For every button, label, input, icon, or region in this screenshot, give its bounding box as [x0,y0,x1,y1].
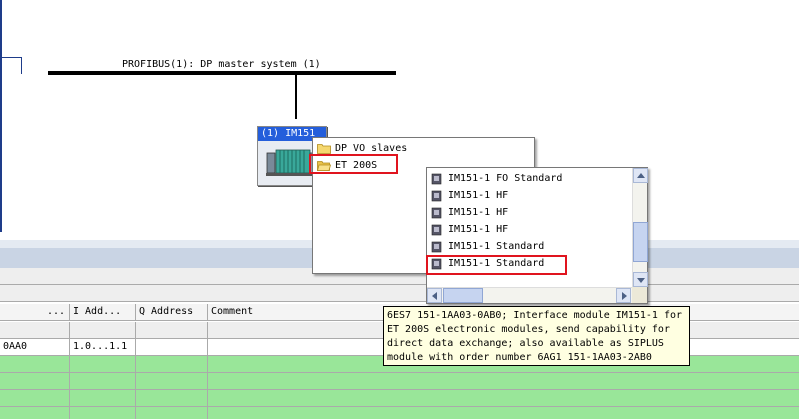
module-item-im151-1-hf[interactable]: IM151-1 HF [431,222,631,238]
module-item-label: IM151-1 HF [448,190,509,201]
scroll-thumb-horizontal[interactable] [443,288,483,303]
column-header-dots[interactable]: ... [0,304,70,320]
table-cell [0,373,70,389]
tooltip-line: direct data exchange; also available as … [387,338,664,349]
table-cell [136,356,208,372]
module-icon [431,190,442,202]
module-item-label: IM151-1 FO Standard [448,173,563,184]
table-row[interactable] [0,373,799,390]
module-item-im151-1-fo-standard[interactable]: IM151-1 FO Standard [431,171,631,187]
scroll-up-button[interactable] [633,168,648,183]
tooltip-line: ET 200S electronic modules, send capabil… [387,324,670,335]
column-header-i-address[interactable]: I Add... [70,304,136,320]
table-cell [70,322,136,338]
chevron-right-icon [622,292,627,300]
module-item-label: IM151-1 HF [448,224,509,235]
tooltip-line: module with order number 6AG1 151-1AA03-… [387,352,652,363]
folder-icon [317,144,331,154]
profibus-label: PROFIBUS(1): DP master system (1) [122,59,321,70]
module-description-tooltip: 6ES7 151-1AA03-0AB0; Interface module IM… [383,306,690,366]
table-cell [136,322,208,338]
scroll-thumb[interactable] [633,222,648,262]
table-row[interactable] [0,390,799,407]
tooltip-line: 6ES7 151-1AA03-0AB0; Interface module IM… [387,310,683,321]
chevron-up-icon [637,173,645,178]
table-row[interactable] [0,407,799,419]
scroll-down-button[interactable] [633,272,648,287]
scrollbar-corner [632,287,647,303]
chevron-down-icon [637,278,645,283]
chevron-left-icon [432,292,437,300]
column-header-q-address[interactable]: Q Address [136,304,208,320]
table-cell [70,356,136,372]
master-rail-line [0,0,2,232]
table-cell [0,390,70,406]
q-address-cell [136,339,208,355]
vertical-scrollbar[interactable] [632,168,648,287]
module-item-label: IM151-1 Standard [448,241,545,252]
table-cell [136,373,208,389]
table-cell [0,356,70,372]
module-icon [431,241,442,253]
slave-connection-line [295,75,297,119]
highlight-box-im151-1-standard [426,255,567,275]
table-row [0,285,799,302]
scroll-left-button[interactable] [427,288,442,303]
table-cell [70,373,136,389]
horizontal-scrollbar[interactable] [427,287,632,303]
highlight-box-et200s [309,154,398,174]
table-cell [70,390,136,406]
table-cell [0,322,70,338]
table-cell [70,407,136,419]
module-icon [431,224,442,236]
table-cell [136,390,208,406]
module-item-im151-1-hf[interactable]: IM151-1 HF [431,188,631,204]
module-item-im151-1-standard[interactable]: IM151-1 Standard [431,239,631,255]
master-rail-stub-vertical [21,57,22,74]
i-address-cell: 1.0...1.1 [70,339,136,355]
module-item-im151-1-hf[interactable]: IM151-1 HF [431,205,631,221]
module-icon [431,173,442,185]
table-cell [0,407,70,419]
order-number-cell: 0AA0 [0,339,70,355]
scroll-right-button[interactable] [616,288,631,303]
profibus-line[interactable] [48,71,396,75]
module-item-label: IM151-1 HF [448,207,509,218]
master-rail-stub [0,57,22,58]
table-cell [136,407,208,419]
module-icon [431,207,442,219]
catalog-module-list[interactable]: IM151-1 FO Standard IM151-1 HF IM151-1 H… [426,167,648,304]
